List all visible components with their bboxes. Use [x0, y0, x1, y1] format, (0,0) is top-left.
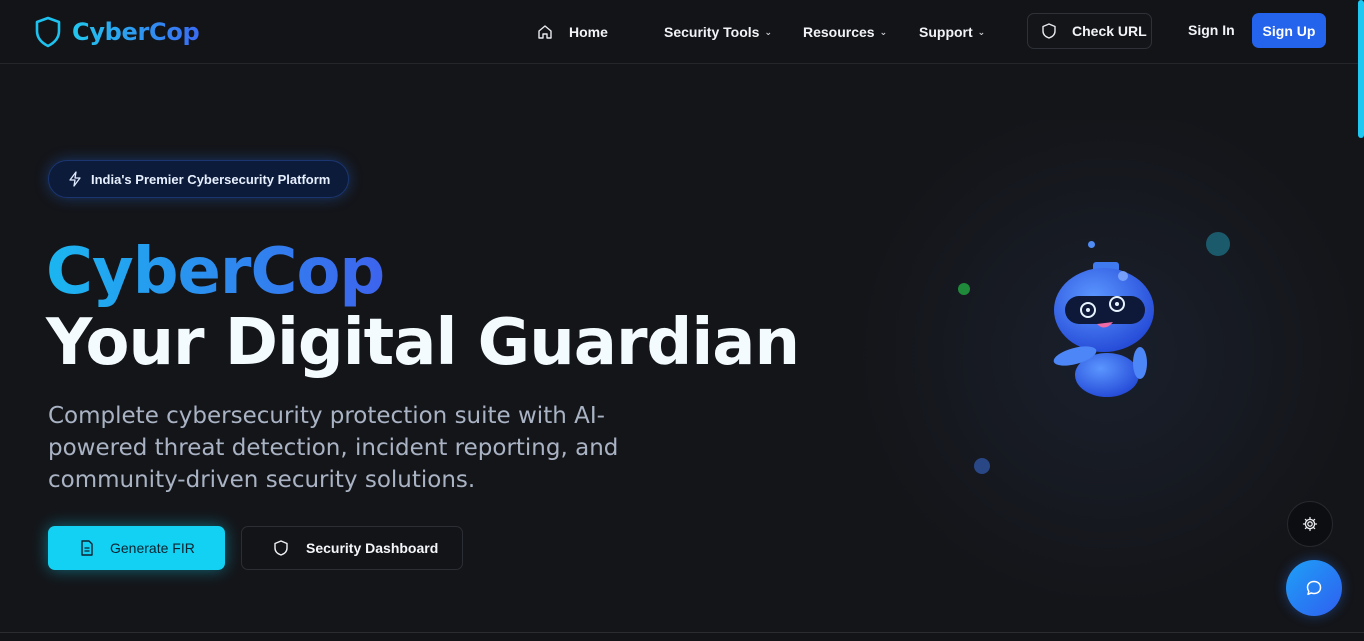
floating-dot	[1206, 232, 1230, 256]
home-icon	[538, 25, 552, 39]
chevron-down-icon: ⌄	[764, 26, 772, 37]
robot-mascot	[1053, 262, 1154, 397]
hero-description: Complete cybersecurity protection suite …	[48, 403, 619, 493]
generate-fir-label: Generate FIR	[110, 540, 195, 556]
hero-subtitle: Your Digital Guardian	[46, 306, 800, 380]
lightning-icon	[69, 171, 81, 187]
shield-icon	[35, 16, 61, 48]
sign-in-link[interactable]: Sign In	[1188, 22, 1235, 38]
settings-button[interactable]	[1287, 501, 1333, 547]
security-dashboard-button[interactable]: Security Dashboard	[241, 526, 463, 570]
scrollbar-thumb[interactable]	[1358, 0, 1364, 138]
sign-up-button[interactable]: Sign Up	[1252, 13, 1326, 48]
top-navbar: CyberCop Home Security Tools ⌄ Resources…	[0, 0, 1364, 64]
floating-dot	[974, 458, 990, 474]
brand-logo[interactable]: CyberCop	[34, 15, 200, 49]
chevron-down-icon: ⌄	[977, 26, 986, 37]
gear-icon	[1302, 516, 1318, 532]
nav-home[interactable]: Home	[537, 20, 608, 44]
check-url-button[interactable]: Check URL	[1027, 13, 1152, 49]
shield-icon	[1042, 23, 1056, 39]
chevron-down-icon: ⌄	[879, 26, 888, 37]
nav-support-label: Support	[919, 24, 973, 40]
nav-security-tools[interactable]: Security Tools ⌄	[664, 20, 772, 44]
hero-badge: India's Premier Cybersecurity Platform	[48, 160, 349, 198]
nav-security-tools-label: Security Tools	[664, 24, 760, 40]
generate-fir-button[interactable]: Generate FIR	[48, 526, 225, 570]
hero-badge-label: India's Premier Cybersecurity Platform	[91, 171, 331, 187]
security-dashboard-label: Security Dashboard	[306, 540, 439, 556]
nav-resources[interactable]: Resources ⌄	[803, 20, 887, 44]
check-url-label: Check URL	[1072, 23, 1147, 39]
hero-title: CyberCop	[46, 235, 385, 309]
chat-button[interactable]	[1286, 560, 1342, 616]
shield-icon	[274, 540, 288, 556]
nav-home-label: Home	[569, 24, 608, 40]
bottom-edge	[0, 632, 1364, 641]
nav-support[interactable]: Support ⌄	[919, 20, 985, 44]
document-icon	[81, 540, 93, 556]
brand-name: CyberCop	[72, 18, 200, 46]
chat-bubble-icon	[1306, 580, 1322, 596]
floating-dot	[958, 283, 970, 295]
nav-resources-label: Resources	[803, 24, 875, 40]
